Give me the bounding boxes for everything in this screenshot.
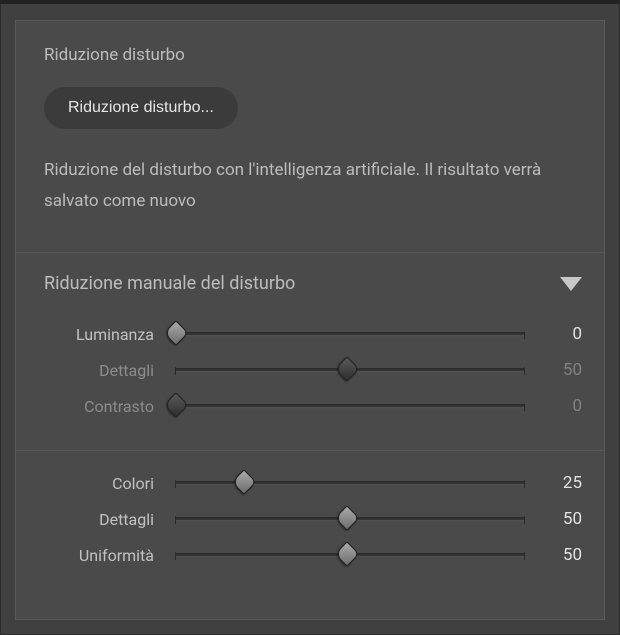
manual-section-title: Riduzione manuale del disturbo — [44, 273, 295, 294]
section-title: Riduzione disturbo — [44, 45, 576, 65]
ai-noise-reduction-section: Riduzione disturbo Riduzione disturbo...… — [16, 39, 604, 240]
uniformity-slider[interactable] — [168, 546, 532, 564]
slider-label: Colori — [16, 474, 168, 493]
slider-value[interactable]: 25 — [532, 473, 582, 493]
color-group: Colori 25 Dettagli 50 Uniformità — [16, 451, 604, 587]
contrast-slider[interactable] — [168, 397, 532, 415]
slider-label: Dettagli — [16, 510, 168, 529]
noise-reduction-panel: Riduzione disturbo Riduzione disturbo...… — [15, 20, 605, 620]
slider-thumb[interactable] — [163, 320, 188, 345]
details2-slider[interactable] — [168, 510, 532, 528]
slider-label: Dettagli — [16, 361, 168, 380]
slider-row-uniformity: Uniformità 50 — [16, 537, 582, 573]
slider-thumb[interactable] — [163, 392, 188, 417]
luminance-slider[interactable] — [168, 325, 532, 343]
slider-thumb[interactable] — [334, 541, 359, 566]
slider-thumb[interactable] — [334, 356, 359, 381]
manual-section-header: Riduzione manuale del disturbo — [16, 253, 604, 308]
slider-row-color: Colori 25 — [16, 465, 582, 501]
slider-value[interactable]: 0 — [532, 324, 582, 344]
disclosure-triangle-icon[interactable] — [560, 277, 582, 291]
slider-thumb[interactable] — [232, 469, 257, 494]
section-description: Riduzione del disturbo con l'intelligenz… — [44, 155, 576, 216]
slider-row-contrast: Contrasto 0 — [16, 388, 582, 424]
slider-label: Luminanza — [16, 325, 168, 344]
slider-value[interactable]: 50 — [532, 509, 582, 529]
color-slider[interactable] — [168, 474, 532, 492]
slider-row-details2: Dettagli 50 — [16, 501, 582, 537]
slider-thumb[interactable] — [334, 505, 359, 530]
luminance-group: Luminanza 0 Dettagli 50 Contrasto — [16, 308, 604, 438]
slider-value[interactable]: 0 — [532, 396, 582, 416]
slider-row-details1: Dettagli 50 — [16, 352, 582, 388]
slider-label: Contrasto — [16, 397, 168, 416]
slider-value[interactable]: 50 — [532, 545, 582, 565]
outer-frame: Riduzione disturbo Riduzione disturbo...… — [0, 0, 620, 635]
denoise-button[interactable]: Riduzione disturbo... — [44, 87, 238, 129]
details1-slider[interactable] — [168, 361, 532, 379]
slider-row-luminance: Luminanza 0 — [16, 316, 582, 352]
slider-value[interactable]: 50 — [532, 360, 582, 380]
slider-label: Uniformità — [16, 546, 168, 565]
